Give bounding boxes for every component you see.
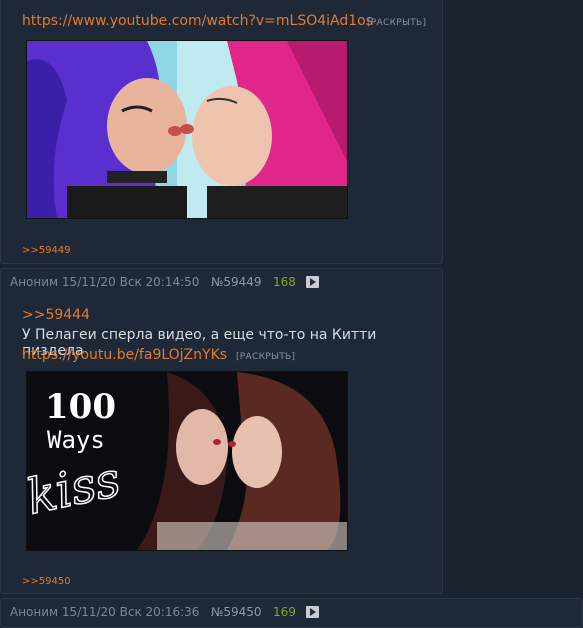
reply-link[interactable]: >>59450 (22, 576, 71, 587)
youtube-link[interactable]: https://youtu.be/fa9LOjZnYKs (22, 347, 227, 363)
thumbnail-image (27, 41, 347, 218)
thumb-title-word: Ways (47, 426, 105, 454)
video-thumbnail[interactable] (26, 40, 348, 219)
expand-button[interactable]: [РАСКРЫТЬ] (367, 18, 426, 28)
post-number-link[interactable]: №59449 (211, 275, 262, 289)
reply-link[interactable]: >>59449 (22, 245, 71, 256)
quote-link[interactable]: >>59444 (22, 307, 90, 323)
post-59444: https://www.youtube.com/watch?v=mLSO4iAd… (0, 0, 443, 264)
play-icon[interactable] (305, 606, 319, 618)
youtube-link[interactable]: https://www.youtube.com/watch?v=mLSO4iAd… (22, 13, 373, 29)
post-date: 15/11/20 Вск 20:14:50 (61, 275, 200, 289)
play-icon[interactable] (305, 276, 319, 288)
post-count: 168 (272, 275, 296, 289)
post-59450: Аноним 15/11/20 Вск 20:16:36 №59450 169 (0, 598, 583, 628)
post-header: Аноним 15/11/20 Вск 20:14:50 №59449 168 (10, 275, 319, 289)
thumbnail-image: 100 Ways kiss (27, 372, 347, 550)
post-59449: Аноним 15/11/20 Вск 20:14:50 №59449 168 … (0, 268, 443, 594)
post-author: Аноним (10, 275, 59, 289)
thumb-title-number: 100 (45, 387, 116, 427)
video-thumbnail[interactable]: 100 Ways kiss (26, 371, 348, 551)
expand-button[interactable]: [РАСКРЫТЬ] (236, 352, 295, 362)
